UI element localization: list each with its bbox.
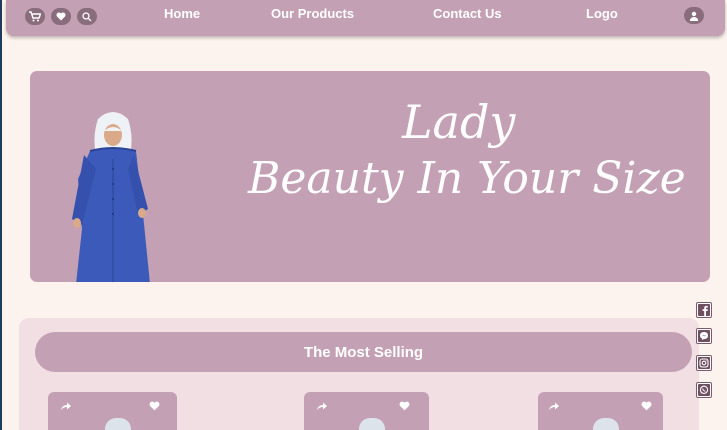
- heart-icon[interactable]: [51, 8, 71, 25]
- product-image: [593, 418, 619, 430]
- product-card[interactable]: [304, 392, 429, 430]
- nav-link-products[interactable]: Our Products: [271, 6, 354, 21]
- hero-subtitle: Beauty In Your Size: [248, 153, 686, 204]
- heart-icon[interactable]: [149, 401, 160, 411]
- most-selling-section: The Most Selling: [19, 318, 699, 430]
- share-icon[interactable]: [548, 401, 560, 411]
- heart-icon[interactable]: [641, 401, 652, 411]
- cart-icon[interactable]: [25, 8, 45, 25]
- hero-title: Lady: [402, 95, 516, 149]
- facebook-icon[interactable]: [696, 302, 712, 318]
- whatsapp-icon[interactable]: [696, 382, 712, 398]
- logo[interactable]: Logo: [586, 6, 618, 21]
- section-title-bar: The Most Selling: [35, 332, 692, 372]
- instagram-icon[interactable]: [696, 355, 712, 371]
- product-image: [359, 418, 385, 430]
- search-icon[interactable]: [77, 8, 97, 25]
- product-card[interactable]: [48, 392, 177, 430]
- section-title: The Most Selling: [303, 343, 424, 361]
- hero-model-image: [68, 109, 158, 282]
- nav-link-home[interactable]: Home: [164, 6, 200, 21]
- hero-banner: Lady Beauty In Your Size: [30, 71, 710, 282]
- share-icon[interactable]: [60, 401, 72, 411]
- product-card[interactable]: [538, 392, 663, 430]
- messenger-icon[interactable]: [696, 328, 712, 344]
- nav-link-contact[interactable]: Contact Us: [433, 6, 502, 21]
- user-icon[interactable]: [684, 7, 704, 24]
- share-icon[interactable]: [316, 401, 328, 411]
- product-image: [105, 418, 131, 430]
- top-navbar: Home Our Products Contact Us Logo: [6, 0, 725, 36]
- heart-icon[interactable]: [399, 401, 410, 411]
